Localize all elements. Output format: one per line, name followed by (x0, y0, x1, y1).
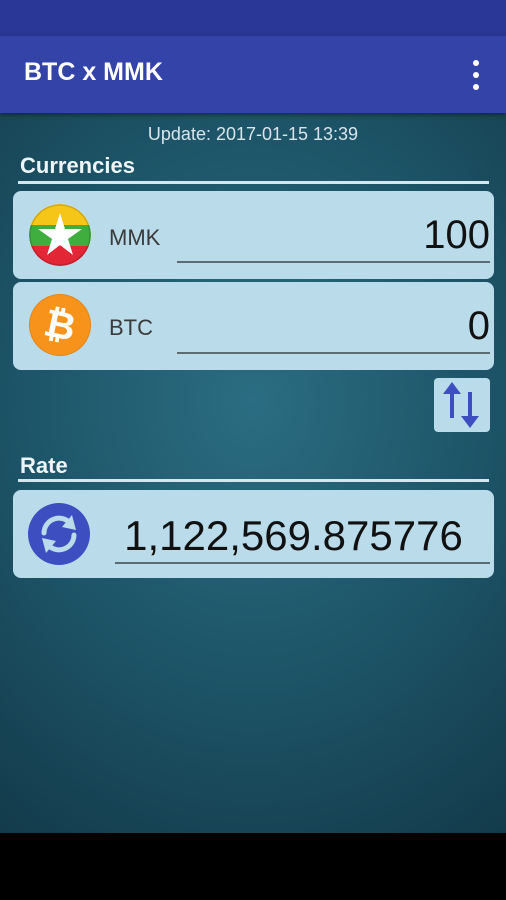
amount-input-btc[interactable]: 0 (177, 304, 490, 354)
swap-currencies-button[interactable] (434, 378, 490, 432)
app-title: BTC x MMK (24, 58, 163, 86)
myanmar-flag-icon (29, 204, 91, 266)
currency-code-btc: BTC (109, 315, 153, 340)
refresh-icon[interactable] (28, 503, 90, 565)
currency-card-btc[interactable]: ₿ BTC 0 (13, 282, 494, 370)
currency-code-mmk: MMK (109, 225, 161, 250)
app-bar: BTC x MMK (0, 36, 506, 113)
amount-input-mmk[interactable]: 100 (177, 213, 490, 263)
bitcoin-icon: ₿ (29, 294, 91, 356)
overflow-menu-icon[interactable] (466, 60, 486, 90)
status-bar (0, 0, 506, 36)
svg-text:₿: ₿ (40, 300, 79, 349)
rate-value: 1,122,569.875776 (115, 512, 490, 564)
rate-card[interactable]: 1,122,569.875776 (13, 490, 494, 578)
navigation-bar (0, 833, 506, 900)
currency-card-mmk[interactable]: MMK 100 (13, 191, 494, 279)
rate-heading: Rate (20, 453, 68, 478)
update-timestamp: Update: 2017-01-15 13:39 (147, 124, 359, 144)
currencies-heading: Currencies (20, 153, 135, 178)
rate-divider (18, 479, 489, 482)
swap-arrows-icon (443, 382, 479, 428)
currencies-divider (18, 181, 489, 184)
main-content: Update: 2017-01-15 13:39 Currencies MMK … (0, 113, 506, 833)
